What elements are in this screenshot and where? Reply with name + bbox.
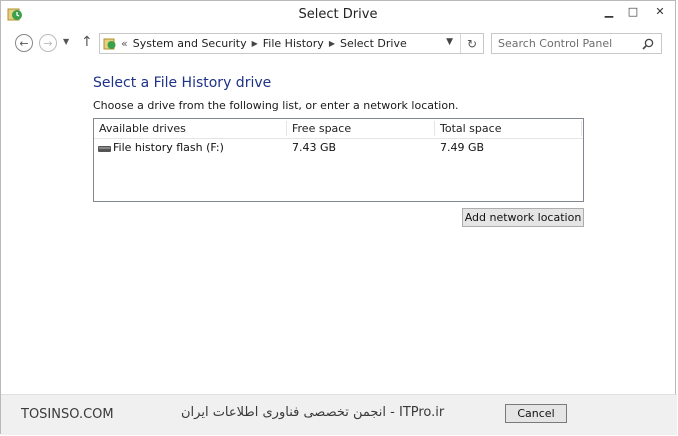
page-title: Select a File History drive [93,75,272,91]
dialog-footer: TOSINSO.COM ITPro.ir - انجمن تخصصی فناور… [1,394,677,435]
recent-locations-button[interactable]: ▼ [63,37,69,46]
refresh-icon: ↻ [466,36,478,51]
breadcrumb-select-drive[interactable]: Select Drive [340,37,407,50]
address-overflow[interactable]: « [121,37,128,50]
search-input[interactable]: Search Control Panel [498,37,641,50]
cancel-button[interactable]: Cancel [505,404,567,423]
forward-button[interactable]: → [39,34,57,52]
drive-free-space: 7.43 GB [292,141,337,154]
drive-list[interactable]: Available drives Free space Total space … [93,118,584,202]
window-title: Select Drive [298,7,378,22]
watermark-left: TOSINSO.COM [21,407,114,422]
control-panel-icon [103,38,116,49]
address-dropdown-icon[interactable]: ▼ [446,37,453,47]
title-bar: Select Drive ▁ □ ✕ [1,1,675,28]
search-box[interactable]: Search Control Panel [491,33,662,54]
column-header-total-space[interactable]: Total space [440,122,501,135]
up-button[interactable]: ↑ [81,34,93,50]
drive-total-space: 7.49 GB [440,141,485,154]
page-instructions: Choose a drive from the following list, … [93,99,459,112]
minimize-button[interactable]: ▁ [597,1,621,21]
drive-name: File history flash (F:) [113,141,224,154]
refresh-button[interactable]: ↻ [460,34,483,53]
list-header: Available drives Free space Total space [94,119,583,139]
select-drive-window: Select Drive ▁ □ ✕ ← → ▼ ↑ « System and … [0,0,677,435]
column-divider[interactable] [434,121,435,136]
maximize-button[interactable]: □ [621,1,645,21]
usb-drive-icon [98,146,111,152]
caption-buttons: ▁ □ ✕ [597,1,675,23]
navigation-bar: ← → ▼ ↑ « System and Security ▶ File His… [1,31,675,57]
column-header-available-drives[interactable]: Available drives [99,122,186,135]
breadcrumb-system-and-security[interactable]: System and Security [133,37,247,50]
search-icon[interactable] [641,37,655,51]
breadcrumb-separator-icon[interactable]: ▶ [329,39,335,48]
close-button[interactable]: ✕ [645,1,675,21]
column-header-free-space[interactable]: Free space [292,122,351,135]
column-divider[interactable] [286,121,287,136]
back-button[interactable]: ← [15,34,33,52]
arrow-right-icon: → [43,36,53,50]
file-history-icon [7,8,22,21]
arrow-left-icon: ← [19,36,29,50]
add-network-location-button[interactable]: Add network location [462,208,584,227]
breadcrumb-file-history[interactable]: File History [263,37,324,50]
watermark-right: ITPro.ir - انجمن تخصصی فناوری اطلاعات ای… [181,405,445,420]
drive-row[interactable]: File history flash (F:) 7.43 GB 7.49 GB [94,139,583,157]
address-bar[interactable]: « System and Security ▶ File History ▶ S… [99,33,484,54]
column-divider[interactable] [581,121,582,136]
breadcrumb-separator-icon[interactable]: ▶ [252,39,258,48]
